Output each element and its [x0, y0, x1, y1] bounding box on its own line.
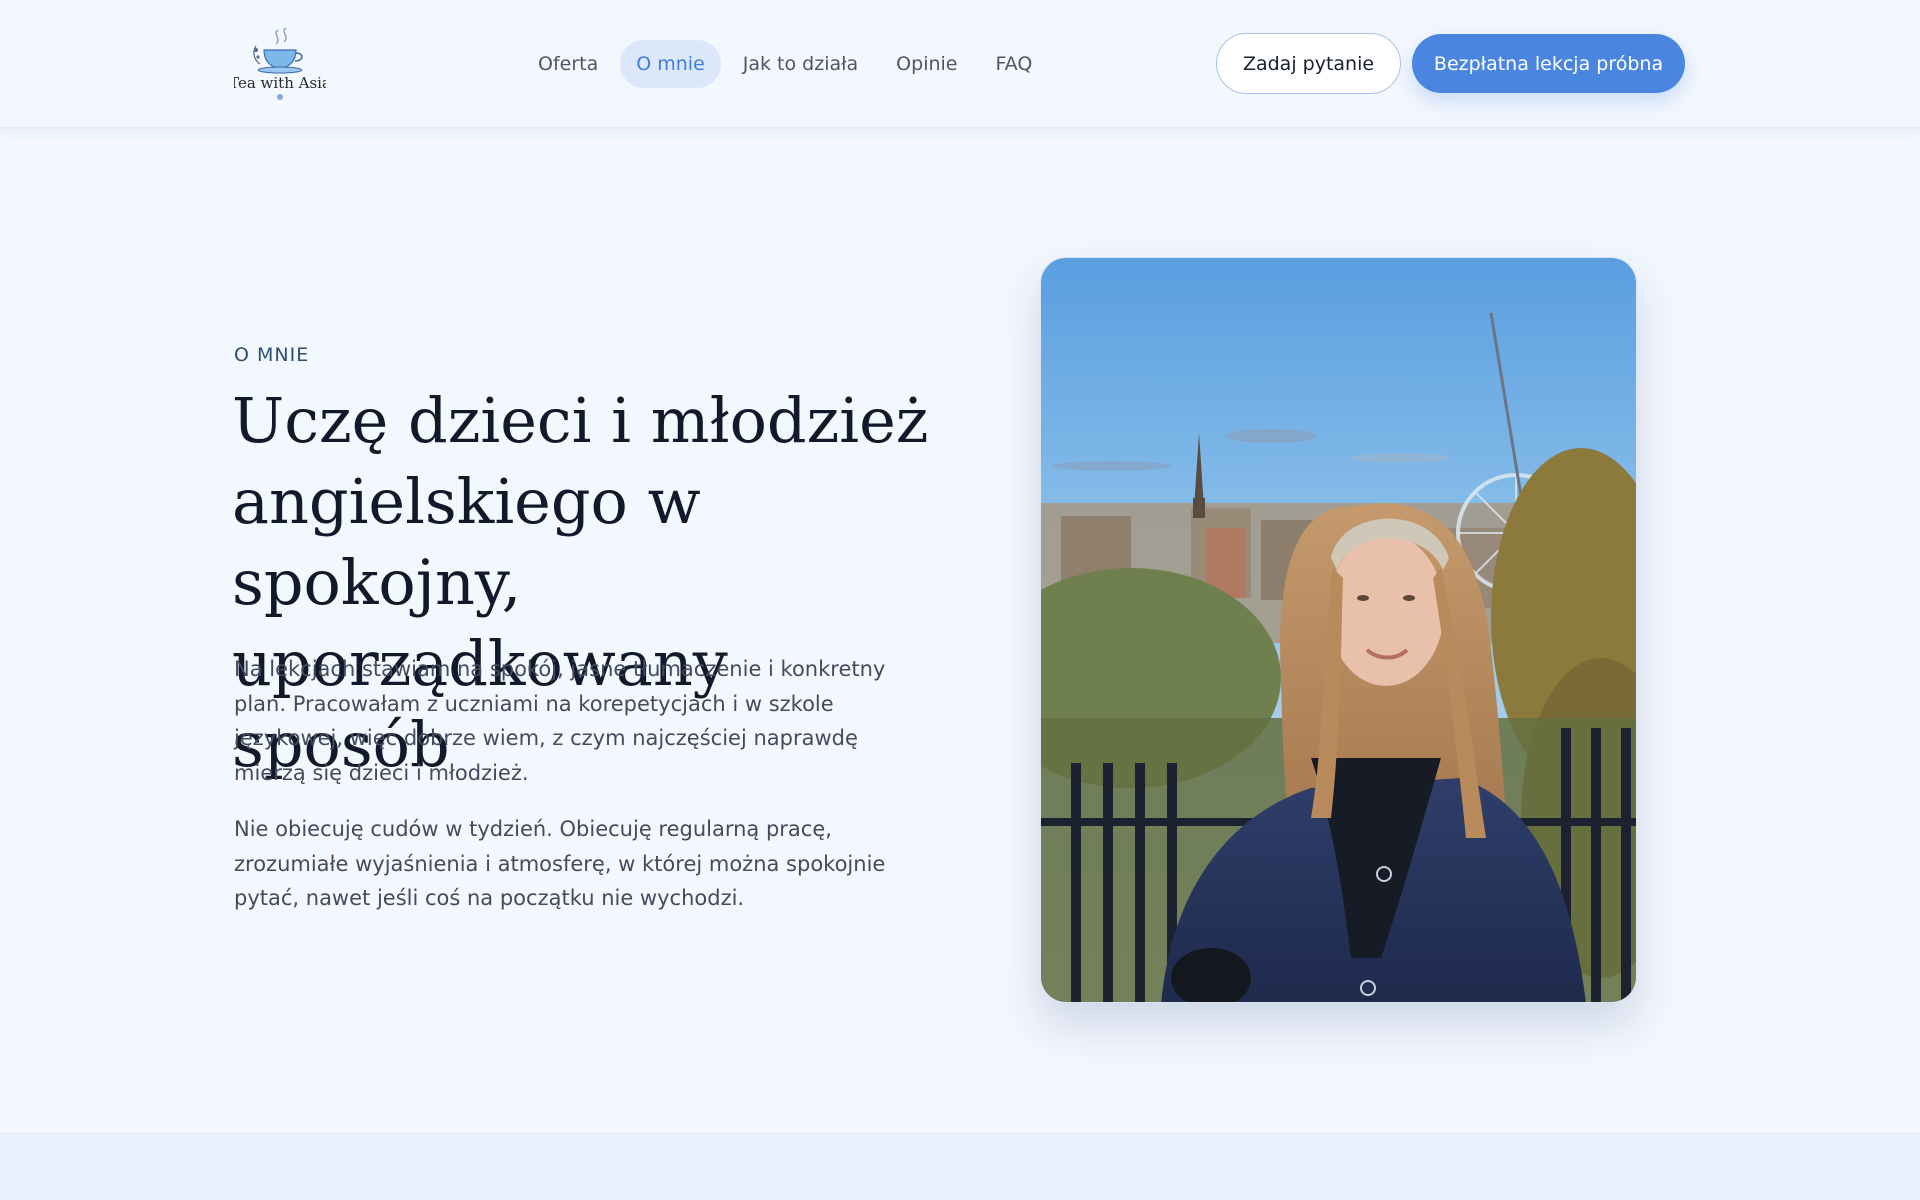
portrait-photo	[1040, 257, 1637, 1003]
nav-item-jak-to-dziala[interactable]: Jak to działa	[727, 40, 874, 88]
about-paragraph-1: Na lekcjach stawiam na spokój, jasne tłu…	[234, 657, 886, 785]
free-trial-lesson-button[interactable]: Bezpłatna lekcja próbna	[1412, 34, 1685, 93]
ask-question-button[interactable]: Zadaj pytanie	[1216, 33, 1401, 94]
teacup-icon: Tea with Asia	[229, 27, 331, 100]
brand-logo[interactable]: Tea with Asia	[229, 24, 331, 104]
nav-item-o-mnie[interactable]: O mnie	[620, 40, 721, 88]
nav-item-opinie[interactable]: Opinie	[880, 40, 973, 88]
nav-item-faq[interactable]: FAQ	[979, 40, 1048, 88]
title-line-1: Uczę dzieci i młodzież	[232, 384, 929, 457]
about-paragraph-2: Nie obiecuję cudów w tydzień. Obiecuję r…	[234, 817, 886, 910]
site-header: Tea with Asia Oferta O mnie Jak to dział…	[0, 0, 1920, 128]
next-section-band	[0, 1132, 1920, 1200]
nav-item-oferta[interactable]: Oferta	[522, 40, 614, 88]
title-line-2: angielskiego w spokojny,	[232, 465, 701, 619]
section-eyebrow: O MNIE	[234, 344, 310, 366]
logo-wordmark: Tea with Asia	[234, 74, 326, 92]
main-nav: Oferta O mnie Jak to działa Opinie FAQ	[522, 40, 1048, 88]
